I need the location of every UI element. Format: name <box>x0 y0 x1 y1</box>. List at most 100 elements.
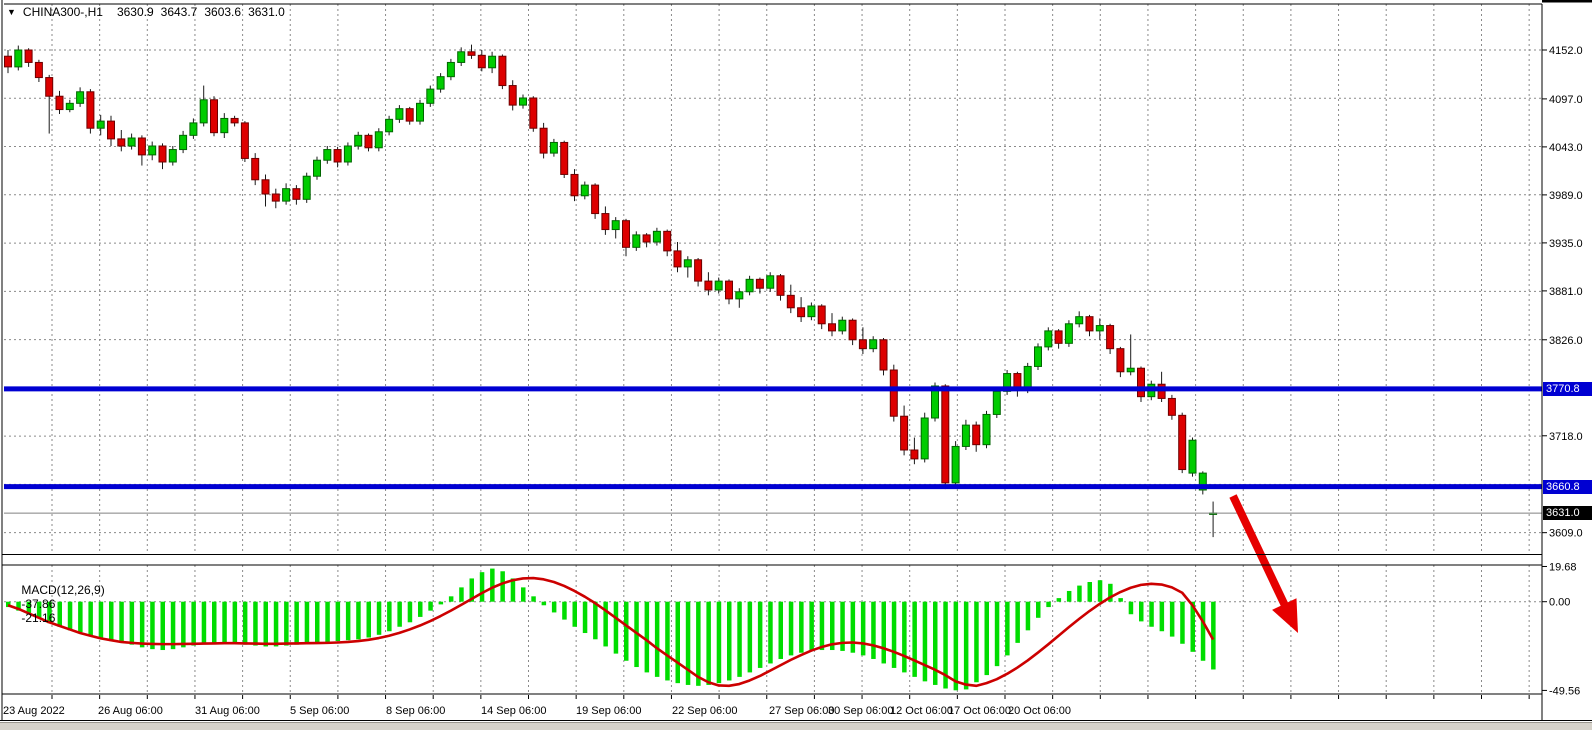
macd-histogram-bar <box>212 602 217 643</box>
macd-histogram-bar <box>274 602 279 647</box>
macd-histogram-bar <box>1088 582 1093 602</box>
macd-histogram-bar <box>985 602 990 675</box>
macd-histogram-bar <box>181 602 186 648</box>
macd-histogram-bar <box>1139 602 1144 622</box>
macd-histogram-bar <box>325 602 330 642</box>
candle-body <box>1117 349 1124 372</box>
macd-histogram-bar <box>1180 602 1185 644</box>
price-axis-label: 3935.0 <box>1549 238 1583 250</box>
candle-body <box>798 308 805 317</box>
candle-body <box>15 50 22 67</box>
macd-histogram-bar <box>912 602 917 677</box>
level-price-badge-lower: 3660.8 <box>1543 480 1592 494</box>
candle-body <box>375 132 382 148</box>
candle-body <box>97 121 104 128</box>
candle-body <box>1107 326 1114 349</box>
candle-body <box>1189 440 1196 473</box>
candle-body <box>334 150 341 162</box>
macd-histogram-bar <box>294 602 299 645</box>
macd-histogram-bar <box>882 602 887 664</box>
macd-histogram-bar <box>583 602 588 633</box>
macd-histogram-bar <box>397 602 402 627</box>
candle-body <box>561 142 568 174</box>
candle-body <box>829 324 836 331</box>
macd-histogram-bar <box>1201 602 1206 661</box>
candle-body <box>303 176 310 199</box>
time-axis-label: 30 Sep 06:00 <box>828 705 893 717</box>
macd-histogram-bar <box>727 602 732 681</box>
macd-histogram-bar <box>253 602 258 646</box>
candle-body <box>653 231 660 242</box>
candle-body <box>169 150 176 162</box>
macd-histogram-bar <box>1129 602 1134 615</box>
macd-histogram-bar <box>614 602 619 654</box>
macd-histogram-bar <box>222 602 227 643</box>
candle-body <box>396 109 403 120</box>
macd-histogram-bar <box>799 602 804 653</box>
macd-histogram-bar <box>356 602 361 640</box>
candle-body <box>1179 415 1186 469</box>
candle-body <box>911 450 918 459</box>
window-bottom-strip <box>0 722 1592 730</box>
candle-body <box>674 251 681 267</box>
candle-body <box>767 276 774 288</box>
candle-body <box>962 425 969 446</box>
macd-histogram-bar <box>779 602 784 659</box>
macd-histogram-bar <box>758 602 763 668</box>
candle-body <box>272 194 279 201</box>
macd-histogram-bar <box>1067 591 1072 602</box>
candle-body <box>1127 368 1134 372</box>
macd-histogram-bar <box>150 602 155 649</box>
candle-body <box>458 52 465 63</box>
candle-body <box>901 416 908 450</box>
macd-histogram-bar <box>171 602 176 649</box>
macd-name: MACD(12,26,9) <box>21 583 104 597</box>
candle-body <box>664 231 671 251</box>
macd-histogram-bar <box>923 602 928 682</box>
candle-body <box>602 214 609 230</box>
macd-histogram-bar <box>717 602 722 683</box>
candle-body <box>1045 331 1052 347</box>
macd-histogram <box>6 569 1216 691</box>
macd-histogram-bar <box>521 587 526 601</box>
macd-histogram-bar <box>562 602 567 620</box>
macd-histogram-bar <box>531 596 536 601</box>
candle-body <box>1076 317 1083 324</box>
chart-canvas[interactable]: 4152.04097.04043.03989.03935.03881.03826… <box>0 0 1592 730</box>
candle-body <box>293 189 300 200</box>
macd-histogram-bar <box>892 602 897 668</box>
macd-histogram-bar <box>1005 602 1010 656</box>
panel-borders <box>0 0 1592 721</box>
macd-histogram-bar <box>449 596 454 601</box>
time-axis-label: 17 Oct 06:00 <box>948 705 1011 717</box>
candle-body <box>283 189 290 201</box>
symbol-dropdown-icon[interactable]: ▼ <box>7 6 16 18</box>
macd-main-value: -37.86 <box>21 597 55 611</box>
macd-histogram-bar <box>1098 580 1103 601</box>
candle-body <box>870 340 877 349</box>
time-axis-label: 14 Sep 06:00 <box>481 705 546 717</box>
candle-body <box>993 391 1000 414</box>
macd-histogram-bar <box>645 602 650 673</box>
macd-histogram-bar <box>1036 602 1041 618</box>
macd-histogram-bar <box>655 602 660 677</box>
candle-body <box>437 77 444 89</box>
macd-histogram-bar <box>552 602 557 613</box>
time-axis-label: 27 Sep 06:00 <box>769 705 834 717</box>
time-axis-label: 19 Sep 06:00 <box>576 705 641 717</box>
macd-histogram-bar <box>305 602 310 644</box>
candle-body <box>149 146 156 155</box>
candle-body <box>25 50 32 62</box>
macd-indicator-label: MACD(12,26,9) -37.86 -21.16 <box>8 569 111 639</box>
macd-histogram-bar <box>315 602 320 643</box>
macd-histogram-bar <box>1026 602 1031 631</box>
candle-body <box>756 279 763 288</box>
candle-body <box>777 276 784 296</box>
macd-histogram-bar <box>933 602 938 685</box>
candle-body <box>623 221 630 248</box>
candle-body <box>118 139 125 146</box>
candle-body <box>252 158 259 179</box>
candle-body <box>942 386 949 483</box>
macd-histogram-bar <box>676 602 681 683</box>
macd-histogram-bar <box>665 602 670 681</box>
